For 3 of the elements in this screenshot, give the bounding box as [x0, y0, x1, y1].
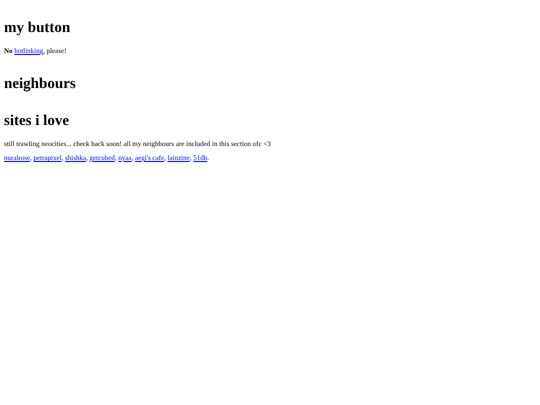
section-heading: neighbours — [4, 75, 77, 93]
section-heading: my button — [4, 19, 72, 37]
section-heading: sites i love — [4, 112, 70, 130]
